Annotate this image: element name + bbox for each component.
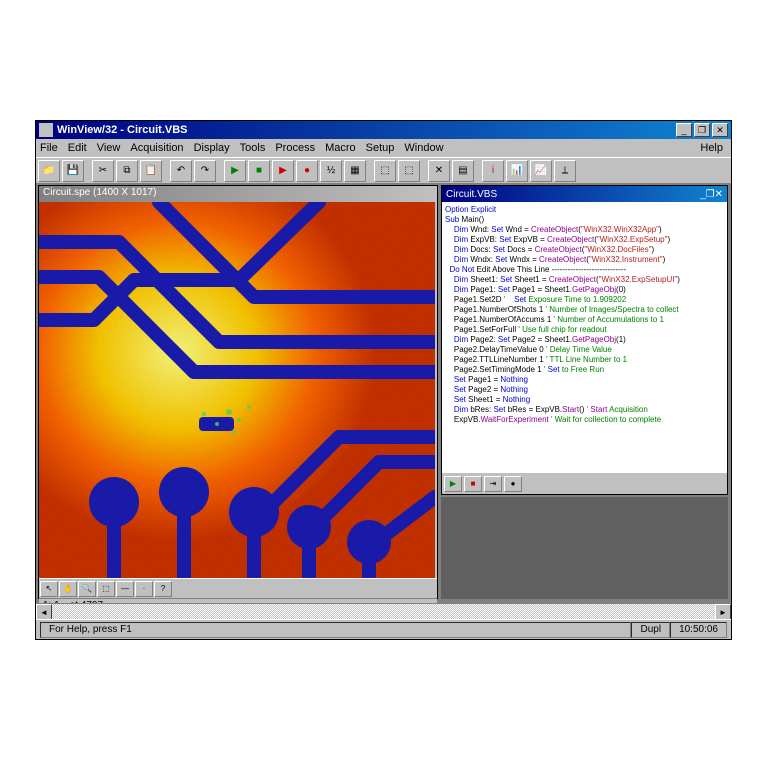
info-button[interactable]: i bbox=[482, 160, 504, 182]
hand-tool-button[interactable]: ✋ bbox=[59, 581, 77, 597]
image-titlebar[interactable]: Circuit.spe (1400 X 1017) bbox=[39, 186, 437, 202]
hist-button[interactable]: ▤ bbox=[452, 160, 474, 182]
roi1-button[interactable]: ⬚ bbox=[374, 160, 396, 182]
menu-bar: File Edit View Acquisition Display Tools… bbox=[36, 139, 731, 157]
script-maximize-button[interactable]: ❐ bbox=[706, 189, 715, 200]
script-breakpoint-button[interactable]: ● bbox=[504, 476, 522, 492]
stop-green-button[interactable]: ■ bbox=[248, 160, 270, 182]
script-window[interactable]: Circuit.VBS _ ❐ ✕ Option ExplicitSub Mai… bbox=[441, 185, 728, 495]
main-toolbar: 📁 💾 ✂ ⧉ 📋 ↶ ↷ ▶ ■ ▶ ● ½ ▦ ⬚ ⬚ ✕ ▤ i 📊 📈 … bbox=[36, 157, 731, 183]
script-stop-button[interactable]: ■ bbox=[464, 476, 482, 492]
mdi-workspace: Circuit.spe (1400 X 1017) bbox=[36, 183, 731, 603]
scroll-track[interactable] bbox=[52, 604, 715, 619]
script-toolbar: ▶ ■ ⇥ ● bbox=[442, 472, 727, 494]
point-tool-button[interactable]: · bbox=[135, 581, 153, 597]
menu-file[interactable]: File bbox=[40, 142, 58, 154]
undo-button[interactable]: ↶ bbox=[170, 160, 192, 182]
main-titlebar[interactable]: WinView/32 - Circuit.VBS _ ❐ ✕ bbox=[36, 121, 731, 139]
line-tool-button[interactable]: — bbox=[116, 581, 134, 597]
roi2-button[interactable]: ⬚ bbox=[398, 160, 420, 182]
paste-button[interactable]: 📋 bbox=[140, 160, 162, 182]
half-button[interactable]: ½ bbox=[320, 160, 342, 182]
image-window[interactable]: Circuit.spe (1400 X 1017) bbox=[38, 185, 438, 599]
menu-window[interactable]: Window bbox=[404, 142, 443, 154]
close-button[interactable]: ✕ bbox=[712, 123, 728, 137]
chart1-button[interactable]: 📊 bbox=[506, 160, 528, 182]
roi-tool-button[interactable]: ⬚ bbox=[97, 581, 115, 597]
scroll-left-button[interactable]: ◄ bbox=[36, 604, 52, 620]
cut-button[interactable]: ✂ bbox=[92, 160, 114, 182]
acq-setup-button[interactable]: ▦ bbox=[344, 160, 366, 182]
window-title: WinView/32 - Circuit.VBS bbox=[57, 124, 674, 136]
copy-button[interactable]: ⧉ bbox=[116, 160, 138, 182]
help-tool-button[interactable]: ? bbox=[154, 581, 172, 597]
zoom-tool-button[interactable]: 🔍 bbox=[78, 581, 96, 597]
menu-setup[interactable]: Setup bbox=[366, 142, 395, 154]
ruler-button[interactable]: ⟂ bbox=[554, 160, 576, 182]
image-title: Circuit.spe (1400 X 1017) bbox=[43, 187, 156, 198]
menu-edit[interactable]: Edit bbox=[68, 142, 87, 154]
script-titlebar[interactable]: Circuit.VBS _ ❐ ✕ bbox=[442, 186, 727, 202]
run-button[interactable]: ▶ bbox=[224, 160, 246, 182]
image-viewport[interactable] bbox=[39, 202, 435, 578]
save-button[interactable]: 💾 bbox=[62, 160, 84, 182]
horizontal-scrollbar[interactable]: ◄ ► bbox=[36, 603, 731, 619]
menu-acquisition[interactable]: Acquisition bbox=[130, 142, 183, 154]
record-button[interactable]: ● bbox=[296, 160, 318, 182]
status-mode: Dupl bbox=[631, 622, 670, 638]
main-window: WinView/32 - Circuit.VBS _ ❐ ✕ File Edit… bbox=[35, 120, 732, 640]
open-button[interactable]: 📁 bbox=[38, 160, 60, 182]
script-close-button[interactable]: ✕ bbox=[715, 189, 723, 200]
menu-tools[interactable]: Tools bbox=[240, 142, 266, 154]
status-time: 10:50:06 bbox=[670, 622, 727, 638]
redo-button[interactable]: ↷ bbox=[194, 160, 216, 182]
image-toolbar: ↖ ✋ 🔍 ⬚ — · ? bbox=[39, 578, 437, 598]
app-icon bbox=[39, 123, 53, 137]
arrow-tool-button[interactable]: ↖ bbox=[40, 581, 58, 597]
chart2-button[interactable]: 📈 bbox=[530, 160, 552, 182]
minimize-button[interactable]: _ bbox=[676, 123, 692, 137]
menu-view[interactable]: View bbox=[97, 142, 121, 154]
script-editor[interactable]: Option ExplicitSub Main() Dim Wnd: Set W… bbox=[442, 202, 727, 472]
menu-help[interactable]: Help bbox=[700, 142, 723, 154]
status-bar: For Help, press F1 Dupl 10:50:06 bbox=[36, 619, 731, 639]
menu-display[interactable]: Display bbox=[194, 142, 230, 154]
status-help-text: For Help, press F1 bbox=[40, 622, 631, 638]
acquire-button[interactable]: ▶ bbox=[272, 160, 294, 182]
maximize-button[interactable]: ❐ bbox=[694, 123, 710, 137]
menu-macro[interactable]: Macro bbox=[325, 142, 356, 154]
empty-panel bbox=[441, 497, 728, 599]
script-run-button[interactable]: ▶ bbox=[444, 476, 462, 492]
menu-process[interactable]: Process bbox=[275, 142, 315, 154]
script-title: Circuit.VBS bbox=[446, 189, 700, 200]
scroll-right-button[interactable]: ► bbox=[715, 604, 731, 620]
clear-button[interactable]: ✕ bbox=[428, 160, 450, 182]
script-step-button[interactable]: ⇥ bbox=[484, 476, 502, 492]
circuit-image bbox=[39, 202, 435, 578]
